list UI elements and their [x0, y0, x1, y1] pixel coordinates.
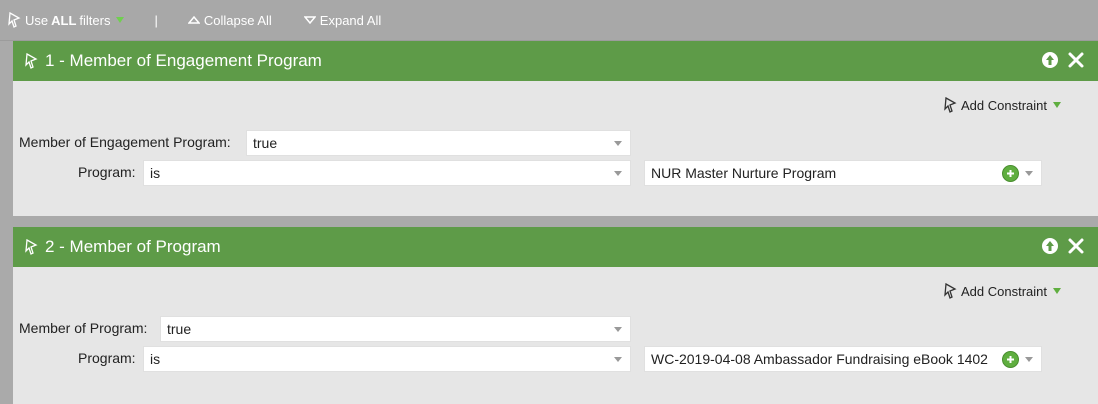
- close-icon[interactable]: [1067, 237, 1085, 255]
- chevron-down-icon: [116, 17, 125, 23]
- move-up-icon[interactable]: [1041, 237, 1059, 255]
- close-icon[interactable]: [1067, 51, 1085, 69]
- filter-title: 2 - Member of Program: [45, 237, 221, 256]
- collapse-icon: [187, 16, 200, 24]
- filter-panel-2: 2 - Member of Program Add Constraint Mem…: [13, 227, 1098, 404]
- add-icon[interactable]: [1002, 164, 1019, 182]
- add-constraint-label: Add Constraint: [961, 283, 1047, 299]
- collapse-all-label: Collapse All: [203, 12, 272, 28]
- add-constraint-button[interactable]: Add Constraint: [944, 97, 1061, 113]
- dropdown-arrow-icon: [614, 170, 622, 176]
- expand-icon: [303, 16, 316, 24]
- dropdown-arrow-icon: [614, 356, 622, 362]
- filter-wand-icon: [8, 12, 21, 28]
- field-value-select[interactable]: true: [246, 130, 631, 156]
- use-all-label: ALL: [51, 12, 77, 28]
- field-label: Member of Engagement Program:: [19, 134, 231, 150]
- use-all-filters-button[interactable]: Use ALL filters: [8, 12, 125, 28]
- program-label: Program:: [78, 164, 136, 180]
- operator-value: is: [150, 351, 161, 367]
- filter-header-2[interactable]: 2 - Member of Program: [13, 227, 1098, 267]
- expand-all-button[interactable]: Expand All: [303, 12, 382, 28]
- toolbar-separator: |: [154, 12, 158, 28]
- add-constraint-button[interactable]: Add Constraint: [944, 283, 1061, 299]
- field-value: true: [253, 135, 278, 151]
- filter-panel-1: 1 - Member of Engagement Program Add Con…: [13, 41, 1098, 216]
- collapse-all-button[interactable]: Collapse All: [187, 12, 272, 28]
- filter-wand-icon: [25, 53, 38, 69]
- dropdown-arrow-icon: [614, 326, 622, 332]
- chevron-down-icon: [1053, 102, 1061, 108]
- program-value: NUR Master Nurture Program: [651, 165, 837, 181]
- chevron-down-icon: [1053, 288, 1061, 294]
- add-constraint-label: Add Constraint: [961, 97, 1047, 113]
- operator-select[interactable]: is: [143, 346, 631, 372]
- operator-value: is: [150, 165, 161, 181]
- dropdown-arrow-icon: [614, 140, 622, 146]
- filters-label: filters: [79, 12, 111, 28]
- field-value-select[interactable]: true: [160, 316, 631, 342]
- program-select[interactable]: WC-2019-04-08 Ambassador Fundraising eBo…: [644, 346, 1042, 372]
- use-label: Use: [25, 12, 49, 28]
- move-up-icon[interactable]: [1041, 51, 1059, 69]
- filter-title: 1 - Member of Engagement Program: [45, 51, 322, 70]
- filter-wand-icon: [944, 97, 957, 113]
- program-select[interactable]: NUR Master Nurture Program: [644, 160, 1042, 186]
- program-value: WC-2019-04-08 Ambassador Fundraising eBo…: [651, 351, 988, 367]
- expand-all-label: Expand All: [319, 12, 382, 28]
- field-label: Member of Program:: [19, 320, 148, 336]
- filter-header-1[interactable]: 1 - Member of Engagement Program: [13, 41, 1098, 81]
- filter-wand-icon: [25, 239, 38, 255]
- field-value: true: [167, 321, 192, 337]
- filter-wand-icon: [944, 283, 957, 299]
- operator-select[interactable]: is: [143, 160, 631, 186]
- program-label: Program:: [78, 350, 136, 366]
- filter-toolbar: Use ALL filters | Collapse All Expand Al…: [0, 0, 1098, 41]
- add-icon[interactable]: [1002, 350, 1019, 368]
- dropdown-arrow-icon: [1025, 356, 1033, 362]
- dropdown-arrow-icon: [1025, 170, 1033, 176]
